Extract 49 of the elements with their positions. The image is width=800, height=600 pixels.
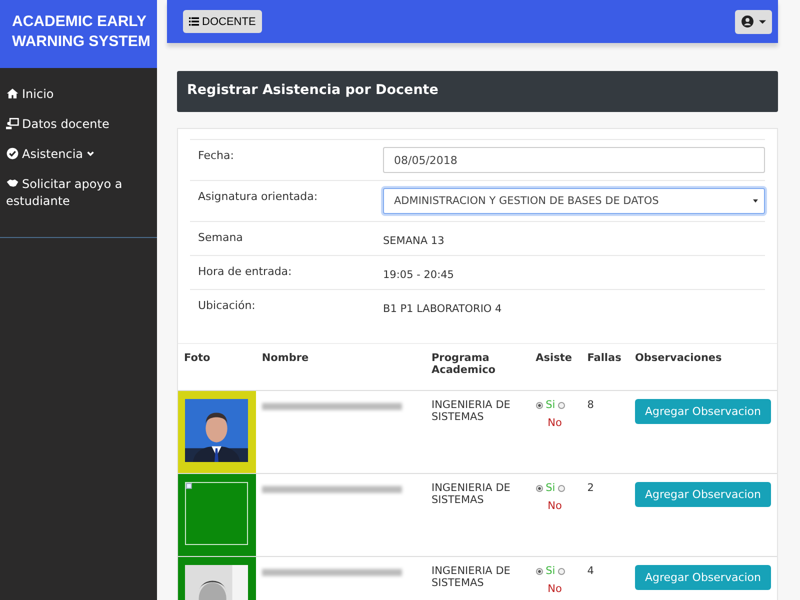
yes-label: Si xyxy=(546,482,556,494)
user-menu-button[interactable] xyxy=(735,10,772,34)
yes-radio[interactable] xyxy=(536,402,543,408)
column-header: Programa Academico xyxy=(425,344,530,390)
caret-icon xyxy=(753,199,758,203)
sidebar-item[interactable]: Solicitar apoyo a estudiante xyxy=(0,176,157,210)
column-header: Nombre xyxy=(256,344,426,390)
field-value: B1 P1 LABORATORIO 4 xyxy=(383,302,502,315)
home-icon xyxy=(6,87,19,100)
yes-radio[interactable] xyxy=(536,484,543,492)
no-label: No xyxy=(548,417,563,429)
broken-image-icon xyxy=(185,482,248,545)
chalkboard-icon xyxy=(6,117,19,130)
caret-icon xyxy=(759,20,766,24)
column-header: Fallas xyxy=(581,344,629,390)
absences-count: 8 xyxy=(587,399,594,411)
field-label: Ubicación: xyxy=(197,298,256,314)
field-label: Fecha: xyxy=(197,148,235,164)
no-radio[interactable] xyxy=(558,484,566,492)
sidebar-item[interactable]: Datos docente xyxy=(0,116,157,133)
no-radio[interactable] xyxy=(558,402,566,408)
sidebar-item[interactable]: Asistencia xyxy=(0,146,157,163)
field-value: SEMANA 13 xyxy=(383,234,444,247)
absences-count: 4 xyxy=(587,565,594,577)
column-header: Asiste xyxy=(530,344,582,390)
no-label: No xyxy=(548,583,563,595)
absences-count: 2 xyxy=(587,482,594,494)
sidebar-item[interactable]: Inicio xyxy=(0,86,157,103)
program-text: INGENIERIA DE SISTEMAS xyxy=(431,399,510,423)
field-label: Hora de entrada: xyxy=(197,264,293,280)
app-brand: ACADEMIC EARLY WARNING SYSTEM xyxy=(0,0,157,68)
subject-select[interactable]: ADMINISTRACION Y GESTION DE BASES DE DATOS xyxy=(383,188,765,214)
menu-button[interactable]: DOCENTE xyxy=(183,10,262,33)
date-field[interactable]: 08/05/2018 xyxy=(383,147,765,173)
yes-label: Si xyxy=(546,399,556,411)
program-text: INGENIERIA DE SISTEMAS xyxy=(431,482,510,506)
page-title: Registrar Asistencia por Docente xyxy=(177,71,778,112)
field-label: Asignatura orientada: xyxy=(197,189,319,205)
field-label: Semana xyxy=(197,230,244,246)
yes-label: Si xyxy=(546,565,556,577)
column-header: Observaciones xyxy=(628,344,777,390)
user-icon xyxy=(741,15,754,28)
no-radio[interactable] xyxy=(558,568,566,574)
yes-radio[interactable] xyxy=(536,568,543,574)
field-value: 19:05 - 20:45 xyxy=(383,268,454,281)
check-circle-icon xyxy=(6,147,19,160)
no-label: No xyxy=(548,500,563,512)
list-icon xyxy=(189,17,199,26)
program-text: INGENIERIA DE SISTEMAS xyxy=(431,565,510,589)
